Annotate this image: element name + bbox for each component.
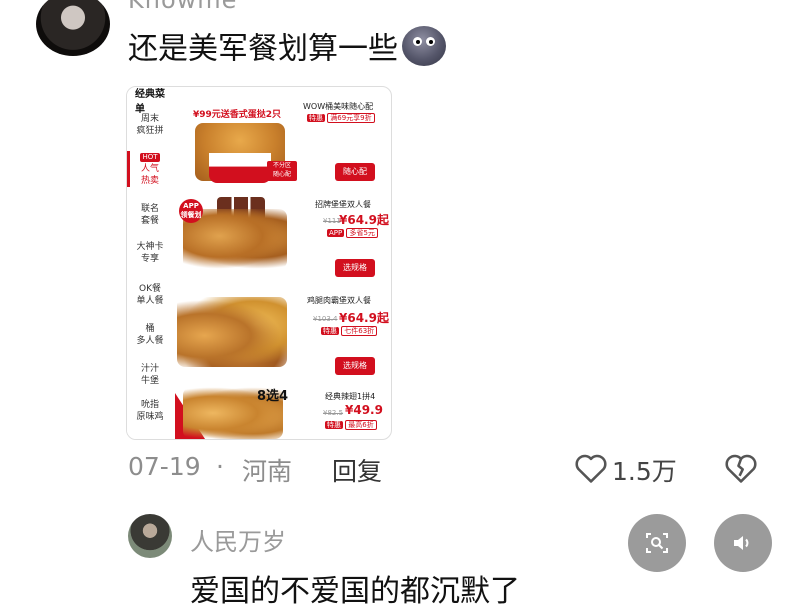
item-tags: 特惠 七件63折 xyxy=(321,326,378,336)
menu-tab-classic: 经典菜单 xyxy=(135,89,165,115)
sidebar-label: 桶 多人餐 xyxy=(136,324,164,346)
item-price: ¥64.9起 xyxy=(339,213,389,227)
sidebar-label: 联名 套餐 xyxy=(140,204,159,226)
image-search-icon xyxy=(646,533,668,553)
tag-special: 特惠 xyxy=(307,114,325,122)
commenter-avatar[interactable] xyxy=(36,0,110,56)
heart-outline-icon[interactable] xyxy=(574,452,608,484)
item-old-price: ¥103.4 xyxy=(313,315,338,323)
app-badge: APP 领餐划 xyxy=(179,199,203,223)
sidebar-item: OK餐 单人餐 xyxy=(127,283,173,307)
speaker-icon xyxy=(734,536,749,550)
sidebar-label: 周末 疯狂拼 xyxy=(136,114,164,136)
sidebar-item: 桶 多人餐 xyxy=(127,323,173,347)
comment-text: 还是美军餐划算一些 xyxy=(128,26,446,70)
reply-button[interactable]: 回复 xyxy=(332,452,382,488)
sidebar-item: 吮指 原味鸡 xyxy=(127,399,173,423)
tag-app: APP xyxy=(327,229,345,237)
broken-heart-icon[interactable] xyxy=(724,452,758,484)
commenter-username[interactable]: Knowme xyxy=(128,0,237,14)
tag-discount: 七件63折 xyxy=(341,326,378,336)
choose-spec-button[interactable]: 选规格 xyxy=(335,259,375,277)
sidebar-item: 周末 疯狂拼 xyxy=(127,113,173,137)
comment-image[interactable]: 经典菜单 周末 疯狂拼 HOT 人气 热卖 联名 套餐 大神卡 专享 OK餐 单人… xyxy=(126,86,392,440)
bucket-base-image xyxy=(209,153,271,183)
sidebar-label: OK餐 单人餐 xyxy=(136,284,164,306)
item-tags: APP 多省5元 xyxy=(327,228,378,238)
commenter-username[interactable]: 人民万岁 xyxy=(190,522,286,557)
sidebar-item: 联名 套餐 xyxy=(127,203,173,227)
comment-body: 还是美军餐划算一些 xyxy=(128,31,398,67)
sound-button[interactable] xyxy=(714,514,772,572)
item-old-price: ¥82.5 xyxy=(323,409,344,417)
sidebar-item-active: HOT 人气 热卖 xyxy=(127,151,173,187)
comment-location: 河南 xyxy=(242,457,293,486)
meta-separator: · xyxy=(216,452,224,481)
tag-discount: 最高6折 xyxy=(345,420,377,430)
choose-spec-button[interactable]: 选规格 xyxy=(335,357,375,375)
like-count: 1.5万 xyxy=(612,457,677,486)
item-price: ¥49.9 xyxy=(345,403,383,417)
sidebar-label: 大神卡 专享 xyxy=(136,242,164,264)
chicken-burger-combo-image xyxy=(177,297,287,367)
item-price: ¥64.9起 xyxy=(339,311,389,325)
item-tags: 特惠 满69元享9折 xyxy=(307,113,375,123)
tag-discount: 满69元享9折 xyxy=(327,113,375,123)
item-name: WOW桶美味随心配 xyxy=(303,102,374,111)
item-name: 经典辣翅1拼4 xyxy=(325,392,376,401)
sidebar-label: 吮指 原味鸡 xyxy=(136,400,164,422)
image-search-button[interactable] xyxy=(628,514,686,572)
tag-special: 特惠 xyxy=(321,327,339,335)
comment-text: 爱国的不爱国的都沉默了 xyxy=(190,574,520,609)
hot-badge: HOT xyxy=(140,153,160,162)
item-name: 鸡腿肉霸堡双人餐 xyxy=(307,296,371,305)
sidebar-item: 汁汁 牛堡 xyxy=(127,363,173,387)
item-name: 招牌堡堡双人餐 xyxy=(315,200,371,209)
tag-discount: 多省5元 xyxy=(346,228,378,238)
promo-text: ¥99元送香式蛋挞2只 xyxy=(193,110,282,120)
tag-special: 特惠 xyxy=(325,421,343,429)
new-moon-face-emoji-icon xyxy=(402,26,446,66)
promo-sticker: 不分区 随心配 xyxy=(267,161,297,181)
sidebar-item: 大神卡 专享 xyxy=(127,241,173,265)
eight-choose-four-label: 8选4 xyxy=(257,389,289,404)
item-tags: 特惠 最高6折 xyxy=(325,420,377,430)
menu-sidebar: 经典菜单 周末 疯狂拼 HOT 人气 热卖 联名 套餐 大神卡 专享 OK餐 单人… xyxy=(127,87,173,439)
pick-button[interactable]: 随心配 xyxy=(335,163,375,181)
commenter-avatar[interactable] xyxy=(128,514,172,558)
sidebar-label: 人气 热卖 xyxy=(140,164,159,186)
comment-date: 07-19 xyxy=(128,452,201,481)
sidebar-label: 汁汁 牛堡 xyxy=(140,364,159,386)
